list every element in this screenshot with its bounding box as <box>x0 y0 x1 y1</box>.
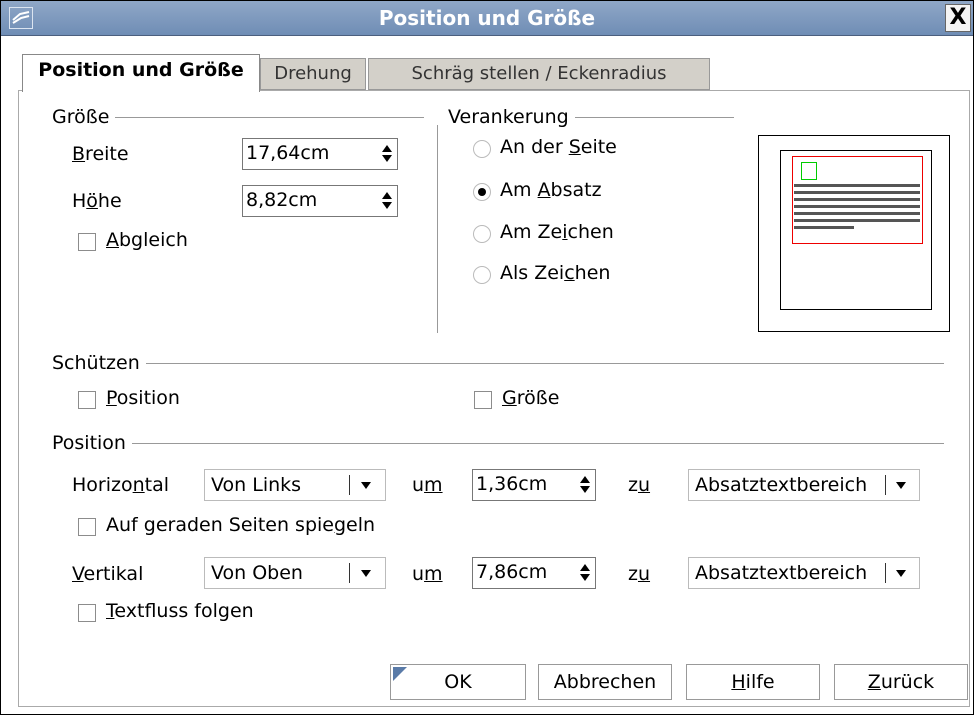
vertikal-label: Vertikal <box>72 563 144 585</box>
window-title: Position und Größe <box>378 6 596 30</box>
horizontal-um-spinfield[interactable]: 1,36cm <box>472 469 596 501</box>
horizontal-target-dropdown[interactable]: Absatztextbereich <box>688 469 920 501</box>
ok-button[interactable]: OK <box>390 664 526 700</box>
abgleich-checkbox[interactable] <box>78 233 96 251</box>
horizontal-um-label: um <box>412 474 443 496</box>
vertikal-um-spinfield[interactable]: 7,86cm <box>472 557 596 589</box>
abgleich-label: Abgleich <box>106 229 188 251</box>
textfluss-label: Textfluss folgen <box>106 600 254 622</box>
radio-als-zeichen[interactable] <box>473 266 491 284</box>
back-button[interactable]: Zurück <box>834 664 968 700</box>
chevron-down-icon[interactable] <box>896 482 906 489</box>
vertikal-target-dropdown[interactable]: Absatztextbereich <box>688 557 920 589</box>
schuetzen-separator <box>52 363 944 364</box>
vertikal-mode-value: Von Oben <box>211 562 303 584</box>
spin-up-icon[interactable] <box>382 192 392 199</box>
groesse-group-label: Größe <box>52 106 116 128</box>
verankerung-group-label: Verankerung <box>448 106 575 128</box>
radio-an-der-seite[interactable] <box>473 140 491 158</box>
radio-am-zeichen[interactable] <box>473 225 491 243</box>
spin-up-icon[interactable] <box>580 476 590 483</box>
horizontal-label: Horizontal <box>72 474 170 496</box>
help-button[interactable]: Hilfe <box>686 664 820 700</box>
schuetzen-group-label: Schützen <box>52 352 146 374</box>
horizontal-mode-dropdown[interactable]: Von Links <box>204 469 386 501</box>
chevron-down-icon[interactable] <box>361 482 371 489</box>
vertikal-mode-dropdown[interactable]: Von Oben <box>204 557 386 589</box>
schuetzen-position-checkbox[interactable] <box>78 391 96 409</box>
horizontal-mode-value: Von Links <box>211 474 302 496</box>
spiegeln-checkbox[interactable] <box>78 518 96 536</box>
radio-am-absatz[interactable] <box>473 183 491 201</box>
tab-drehung[interactable]: Drehung <box>260 58 366 90</box>
schuetzen-groesse-label: Größe <box>502 387 560 409</box>
tab-schraeg-stellen[interactable]: Schräg stellen / Eckenradius <box>368 58 710 90</box>
spin-down-icon[interactable] <box>382 155 392 162</box>
vertikal-target-value: Absatztextbereich <box>695 562 868 584</box>
breite-value: 17,64cm <box>246 142 330 164</box>
vertikal-zu-label: zu <box>628 563 651 585</box>
close-icon[interactable]: X <box>945 4 971 32</box>
chevron-down-icon[interactable] <box>361 570 371 577</box>
breite-label: Breite <box>72 143 129 165</box>
position-separator <box>52 443 944 444</box>
spin-up-icon[interactable] <box>580 564 590 571</box>
label-als-zeichen: Als Zeichen <box>500 262 611 284</box>
spin-down-icon[interactable] <box>382 202 392 209</box>
vertikal-um-value: 7,86cm <box>476 561 548 583</box>
position-group-label: Position <box>52 432 132 454</box>
horizontal-um-value: 1,36cm <box>476 473 548 495</box>
hoehe-spinfield[interactable]: 8,82cm <box>242 185 398 217</box>
default-corner-icon <box>393 667 407 681</box>
chevron-down-icon[interactable] <box>896 570 906 577</box>
preview-anchor <box>801 162 817 180</box>
spiegeln-label: Auf geraden Seiten spiegeln <box>106 514 376 536</box>
tab-position-und-groesse[interactable]: Position und Größe <box>22 54 260 92</box>
hoehe-label: Höhe <box>72 190 122 212</box>
label-an-der-seite: An der Seite <box>500 136 617 158</box>
cancel-button[interactable]: Abbrechen <box>538 664 672 700</box>
horizontal-target-value: Absatztextbereich <box>695 474 868 496</box>
spin-up-icon[interactable] <box>382 145 392 152</box>
title-bar[interactable]: Position und Größe X <box>1 1 973 36</box>
spin-down-icon[interactable] <box>580 574 590 581</box>
label-am-zeichen: Am Zeichen <box>500 221 614 243</box>
schuetzen-position-label: Position <box>106 387 180 409</box>
breite-spinfield[interactable]: 17,64cm <box>242 138 398 170</box>
vertical-divider <box>437 125 438 333</box>
label-am-absatz: Am Absatz <box>500 179 602 201</box>
hoehe-value: 8,82cm <box>246 189 318 211</box>
spin-down-icon[interactable] <box>580 486 590 493</box>
horizontal-zu-label: zu <box>628 474 651 496</box>
vertikal-um-label: um <box>412 563 443 585</box>
schuetzen-groesse-checkbox[interactable] <box>474 391 492 409</box>
textfluss-checkbox[interactable] <box>78 604 96 622</box>
